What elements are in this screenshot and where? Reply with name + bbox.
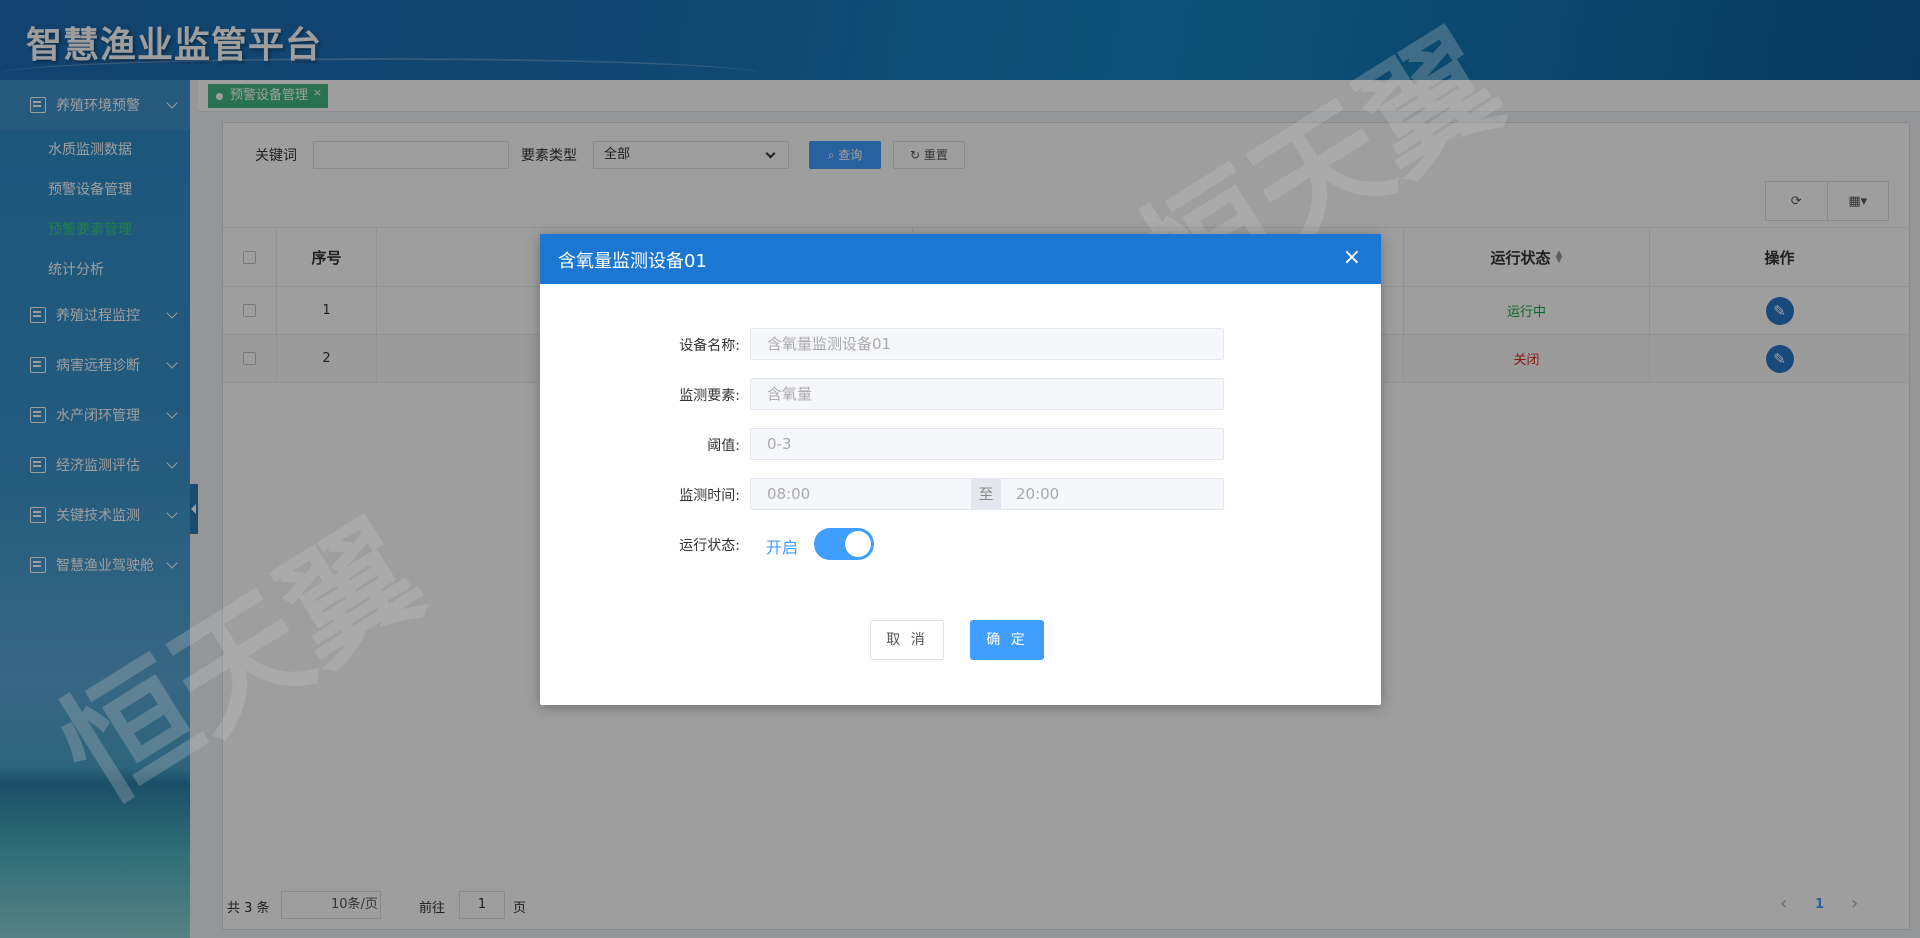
time-start[interactable]: 08:00 xyxy=(767,485,810,503)
threshold-input[interactable]: 0-3 xyxy=(750,428,1224,460)
threshold-label: 阈值: xyxy=(707,438,740,454)
confirm-button[interactable]: 确 定 xyxy=(970,620,1044,660)
status-label: 运行状态: xyxy=(679,538,740,554)
cancel-button[interactable]: 取 消 xyxy=(870,620,944,660)
element-label: 监测要素: xyxy=(679,388,740,404)
dialog-title: 含氧量监测设备01 xyxy=(558,251,707,272)
time-range-separator: 至 xyxy=(971,479,1001,509)
time-end[interactable]: 20:00 xyxy=(1016,479,1059,509)
device-edit-dialog: 含氧量监测设备01 × 设备名称: 含氧量监测设备01 监测要素: 含氧量 阈值… xyxy=(540,234,1381,705)
status-toggle[interactable] xyxy=(814,528,874,560)
time-label: 监测时间: xyxy=(679,488,740,504)
dialog-header: 含氧量监测设备01 × xyxy=(540,234,1381,284)
element-input[interactable]: 含氧量 xyxy=(750,378,1224,410)
status-switch-text: 开启 xyxy=(766,538,799,557)
device-name-label: 设备名称: xyxy=(679,338,740,354)
close-icon[interactable]: × xyxy=(1343,245,1361,271)
device-name-input[interactable]: 含氧量监测设备01 xyxy=(750,328,1224,360)
